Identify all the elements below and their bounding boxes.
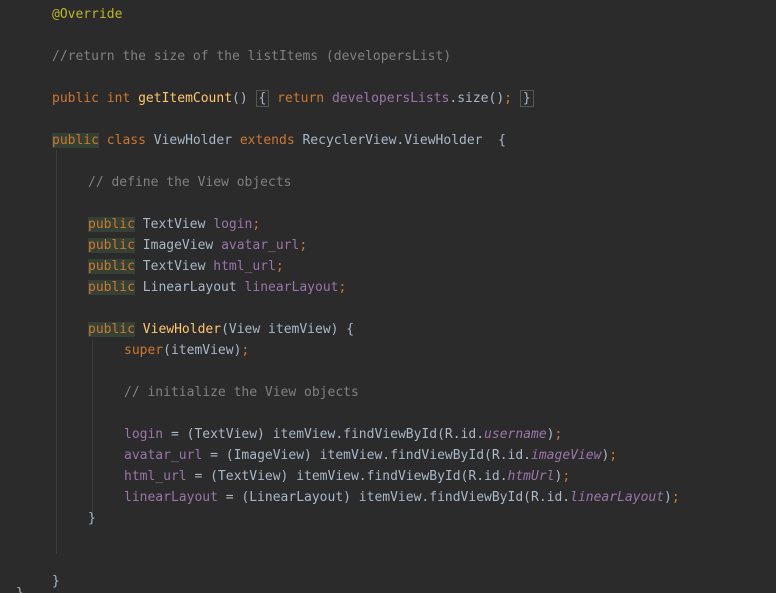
code-token: public (88, 238, 135, 253)
code-token: () (232, 91, 256, 106)
code-token: ; (671, 490, 680, 505)
code-line[interactable]: public class ViewHolder extends Recycler… (52, 132, 506, 150)
code-token: ; (562, 469, 571, 484)
code-token: class (98, 133, 154, 148)
code-token: } (16, 586, 24, 593)
code-token: int (106, 91, 139, 106)
code-token: login (124, 427, 164, 442)
code-token: public (52, 91, 107, 106)
code-line[interactable]: public int getItemCount() { return devel… (52, 90, 534, 108)
code-line[interactable]: public TextView login; (88, 216, 260, 234)
code-token: super (124, 343, 164, 358)
code-editor[interactable]: @Override //return the size of the listIt… (0, 0, 776, 593)
code-token: } (88, 511, 96, 526)
code-token: } (519, 90, 534, 107)
code-token: linearLayout (244, 280, 339, 295)
code-token: ; (299, 238, 308, 253)
code-token: login (213, 217, 253, 232)
code-line[interactable]: // initialize the View objects (124, 384, 359, 402)
code-token: ) (664, 490, 672, 505)
code-token: ; (554, 427, 563, 442)
code-token: TextView (134, 217, 214, 232)
code-token: ViewHolder (142, 322, 222, 337)
code-token: RecyclerView.ViewHolder { (302, 133, 506, 148)
code-token: public (88, 217, 135, 232)
code-line[interactable]: @Override (52, 6, 122, 24)
code-line[interactable]: public LinearLayout linearLayout; (88, 279, 346, 297)
indent-guide-constructor (92, 340, 93, 516)
code-token: ; (504, 91, 520, 106)
code-token: ; (275, 259, 284, 274)
code-line[interactable]: //return the size of the listItems (deve… (52, 48, 451, 66)
code-token: TextView (134, 259, 214, 274)
code-line[interactable]: html_url = (TextView) itemView.findViewB… (124, 468, 570, 486)
code-token: getItemCount (138, 91, 233, 106)
code-token: //return the size of the listItems (deve… (52, 49, 452, 64)
code-line[interactable]: } (88, 510, 96, 528)
code-line[interactable]: } (16, 585, 24, 593)
code-token: ViewHolder (153, 133, 240, 148)
code-token: .size() (449, 91, 505, 106)
code-token: } (52, 574, 60, 589)
code-token: public (88, 280, 135, 295)
code-line[interactable]: linearLayout = (LinearLayout) itemView.f… (124, 489, 680, 507)
code-token: ; (338, 280, 347, 295)
code-token: public (88, 322, 135, 337)
code-token: = (TextView) itemView.findViewById(R.id. (163, 427, 485, 442)
code-token: username (484, 427, 547, 442)
code-token: = (LinearLayout) itemView.findViewById(R… (217, 490, 571, 505)
indent-guide-class (56, 150, 57, 554)
code-token: ; (252, 217, 261, 232)
code-token: ; (609, 448, 618, 463)
code-token: // define the View objects (88, 175, 292, 190)
code-token: ) (546, 427, 555, 442)
code-token: avatar_url (221, 238, 300, 253)
code-line[interactable]: super(itemView); (124, 342, 249, 360)
code-token: ; (241, 343, 250, 358)
code-line[interactable]: avatar_url = (ImageView) itemView.findVi… (124, 447, 617, 465)
code-token: avatar_url (124, 448, 203, 463)
code-line[interactable]: public ImageView avatar_url; (88, 237, 307, 255)
code-line[interactable]: } (52, 573, 60, 591)
code-line[interactable]: login = (TextView) itemView.findViewById… (124, 426, 562, 444)
code-token: = (ImageView) itemView.findViewById(R.id… (202, 448, 532, 463)
code-token: @Override (52, 7, 123, 22)
code-token: htmUrl (507, 469, 555, 484)
code-token: imageView (531, 448, 602, 463)
code-token: public (88, 259, 135, 274)
code-token: LinearLayout (134, 280, 245, 295)
code-token: developersLists (331, 91, 450, 106)
code-token: public (52, 133, 99, 148)
code-token: return (269, 91, 332, 106)
code-token: { (255, 90, 270, 107)
code-line[interactable]: // define the View objects (88, 174, 292, 192)
code-line[interactable]: public TextView html_url; (88, 258, 284, 276)
code-token: (itemView) (163, 343, 242, 358)
code-token: linearLayout (124, 490, 218, 505)
code-token: // initialize the View objects (124, 385, 359, 400)
code-line[interactable]: public ViewHolder(View itemView) { (88, 321, 354, 339)
code-token: html_url (124, 469, 187, 484)
code-token: (View itemView) { (221, 322, 355, 337)
code-token: html_url (213, 259, 276, 274)
code-token: ImageView (134, 238, 222, 253)
code-token: linearLayout (570, 490, 665, 505)
code-token: = (TextView) itemView.findViewById(R.id. (186, 469, 508, 484)
code-token: extends (239, 133, 303, 148)
